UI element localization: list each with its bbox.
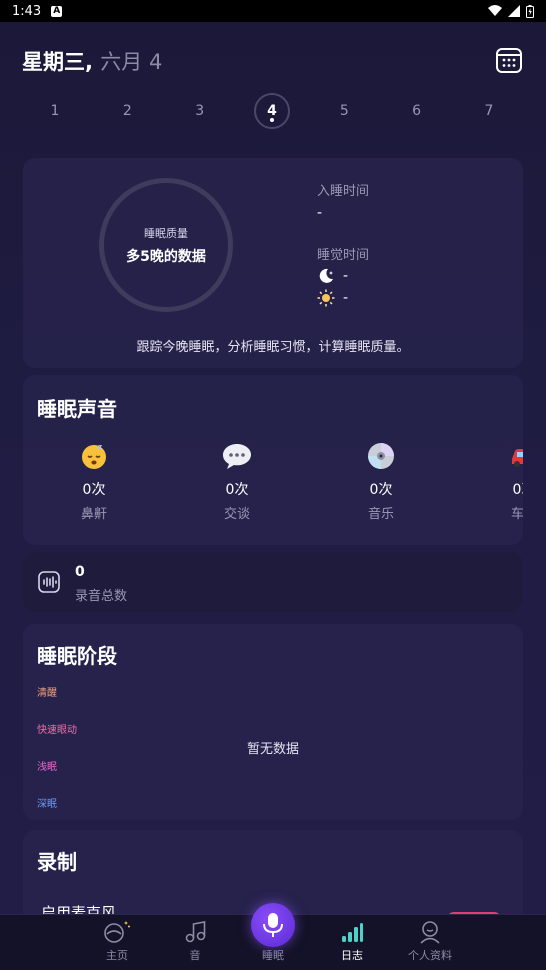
stage-rem-label: 快速眼动 [37, 725, 77, 736]
day-6[interactable]: 6 [399, 93, 435, 129]
sleep-quality-ring: 睡眠质量 多5晚的数据 [99, 178, 233, 312]
sleep-sounds-card: 睡眠声音 z 0次 鼻鼾 0次 交谈 0次 音乐 0 车 [23, 375, 523, 545]
weekday-label: 星期三, [22, 50, 93, 74]
sleep-start-value: - [343, 268, 349, 284]
sleep-time-block: 睡觉时间 - - [317, 244, 369, 307]
sleep-sounds-title: 睡眠声音 [37, 397, 117, 421]
snore-label: 鼻鼾 [80, 507, 107, 522]
nav-home-label: 主页 [106, 949, 128, 962]
quality-footer-text: 跟踪今晚睡眠，分析睡眠习惯，计算睡眠质量。 [136, 340, 410, 355]
recordings-label: 录音总数 [75, 589, 128, 604]
status-time: 1:43 [12, 3, 42, 19]
sleep-record-button[interactable] [251, 903, 295, 947]
calendar-icon [496, 48, 522, 73]
page-title: 星期三, 六月 4 [22, 46, 162, 76]
car-icon [512, 449, 523, 467]
bedtime-title: 入睡时间 [317, 184, 370, 199]
sound-item-music[interactable]: 0次 音乐 [341, 441, 421, 522]
moon-icon [319, 268, 333, 283]
nav-home[interactable]: 主页 [87, 919, 147, 963]
sound-item-vehicle[interactable]: 0次 车辆 [484, 441, 523, 522]
sleep-stages-title: 睡眠阶段 [37, 644, 117, 668]
recordings-total-card[interactable]: 0 录音总数 [23, 552, 523, 612]
bar-chart-icon [342, 923, 363, 942]
nav-profile-label: 个人资料 [408, 949, 452, 962]
notification-icon: A [51, 5, 63, 17]
no-data-message: 暂无数据 [246, 742, 299, 757]
nav-sounds-label: 音 [189, 949, 201, 962]
wifi-icon [488, 5, 502, 16]
bottom-navigation: 主页 音 睡眠 日志 个人资料 [0, 903, 546, 970]
battery-icon [526, 4, 534, 18]
talk-count: 0次 [225, 482, 249, 498]
nav-journal[interactable]: 日志 [322, 919, 382, 963]
day-3[interactable]: 3 [182, 93, 218, 129]
day-7[interactable]: 7 [471, 93, 507, 129]
sleeping-face-icon: z [82, 443, 106, 469]
bedtime-block: 入睡时间 - [317, 180, 369, 221]
week-selector: 1 2 3 4 5 6 7 [37, 93, 507, 129]
day-2[interactable]: 2 [109, 93, 145, 129]
month-day-label: 六月 4 [100, 50, 163, 74]
snore-count: 0次 [82, 482, 106, 498]
day-5[interactable]: 5 [326, 93, 362, 129]
sleep-end-value: - [343, 290, 349, 306]
sound-items-scroller[interactable]: z 0次 鼻鼾 0次 交谈 0次 音乐 0 车 [23, 441, 523, 531]
nav-profile[interactable]: 个人资料 [400, 919, 460, 963]
sleep-end-row: - [317, 289, 369, 307]
recordings-count: 0 [75, 564, 85, 580]
sound-item-talk[interactable]: 0次 交谈 [197, 441, 277, 522]
sleep-stages-card: 睡眠阶段 清醒 快速眼动 浅眠 深眠 暂无数据 [23, 624, 523, 820]
sleep-journal-screen: 1:43 A 星期三, 六月 4 1 2 3 4 5 6 7 睡眠质量 多5晚的… [0, 0, 546, 970]
sleep-quality-card[interactable]: 睡眠质量 多5晚的数据 入睡时间 - 睡觉时间 - - 跟踪今晚睡眠，分析睡眠习… [23, 158, 523, 368]
status-bar: 1:43 A [0, 0, 546, 22]
stage-awake-label: 清醒 [37, 688, 57, 699]
svg-text:z: z [98, 443, 102, 451]
music-note-icon [185, 921, 206, 943]
day-1[interactable]: 1 [37, 93, 73, 129]
audio-wave-icon [38, 571, 60, 593]
sound-item-snore[interactable]: z 0次 鼻鼾 [54, 441, 134, 522]
nav-sleep-label: 睡眠 [262, 949, 284, 962]
microphone-icon [263, 913, 283, 937]
nav-journal-label: 日志 [341, 949, 363, 962]
profile-icon [420, 921, 440, 944]
bedtime-value: - [317, 205, 323, 221]
talk-label: 交谈 [223, 507, 250, 522]
vehicle-label: 车辆 [510, 507, 523, 522]
status-icons [488, 4, 534, 18]
music-disc-icon [368, 443, 394, 469]
nav-sounds[interactable]: 音 [165, 919, 225, 963]
vehicle-count: 0次 [512, 482, 523, 498]
music-label: 音乐 [367, 507, 394, 522]
stage-deep-label: 深眠 [37, 799, 57, 810]
speech-bubble-icon [223, 444, 251, 469]
sleep-start-row: - [317, 267, 369, 285]
home-sleep-icon [104, 921, 130, 943]
stage-light-label: 浅眠 [37, 762, 57, 773]
music-count: 0次 [369, 482, 393, 498]
ring-value: 多5晚的数据 [126, 248, 206, 265]
signal-icon [508, 5, 520, 17]
record-title: 录制 [37, 850, 77, 874]
day-4-selected[interactable]: 4 [253, 93, 290, 129]
calendar-button[interactable] [495, 46, 523, 74]
sun-icon [317, 289, 335, 307]
ring-label: 睡眠质量 [144, 226, 188, 240]
sleep-time-title: 睡觉时间 [317, 248, 370, 263]
